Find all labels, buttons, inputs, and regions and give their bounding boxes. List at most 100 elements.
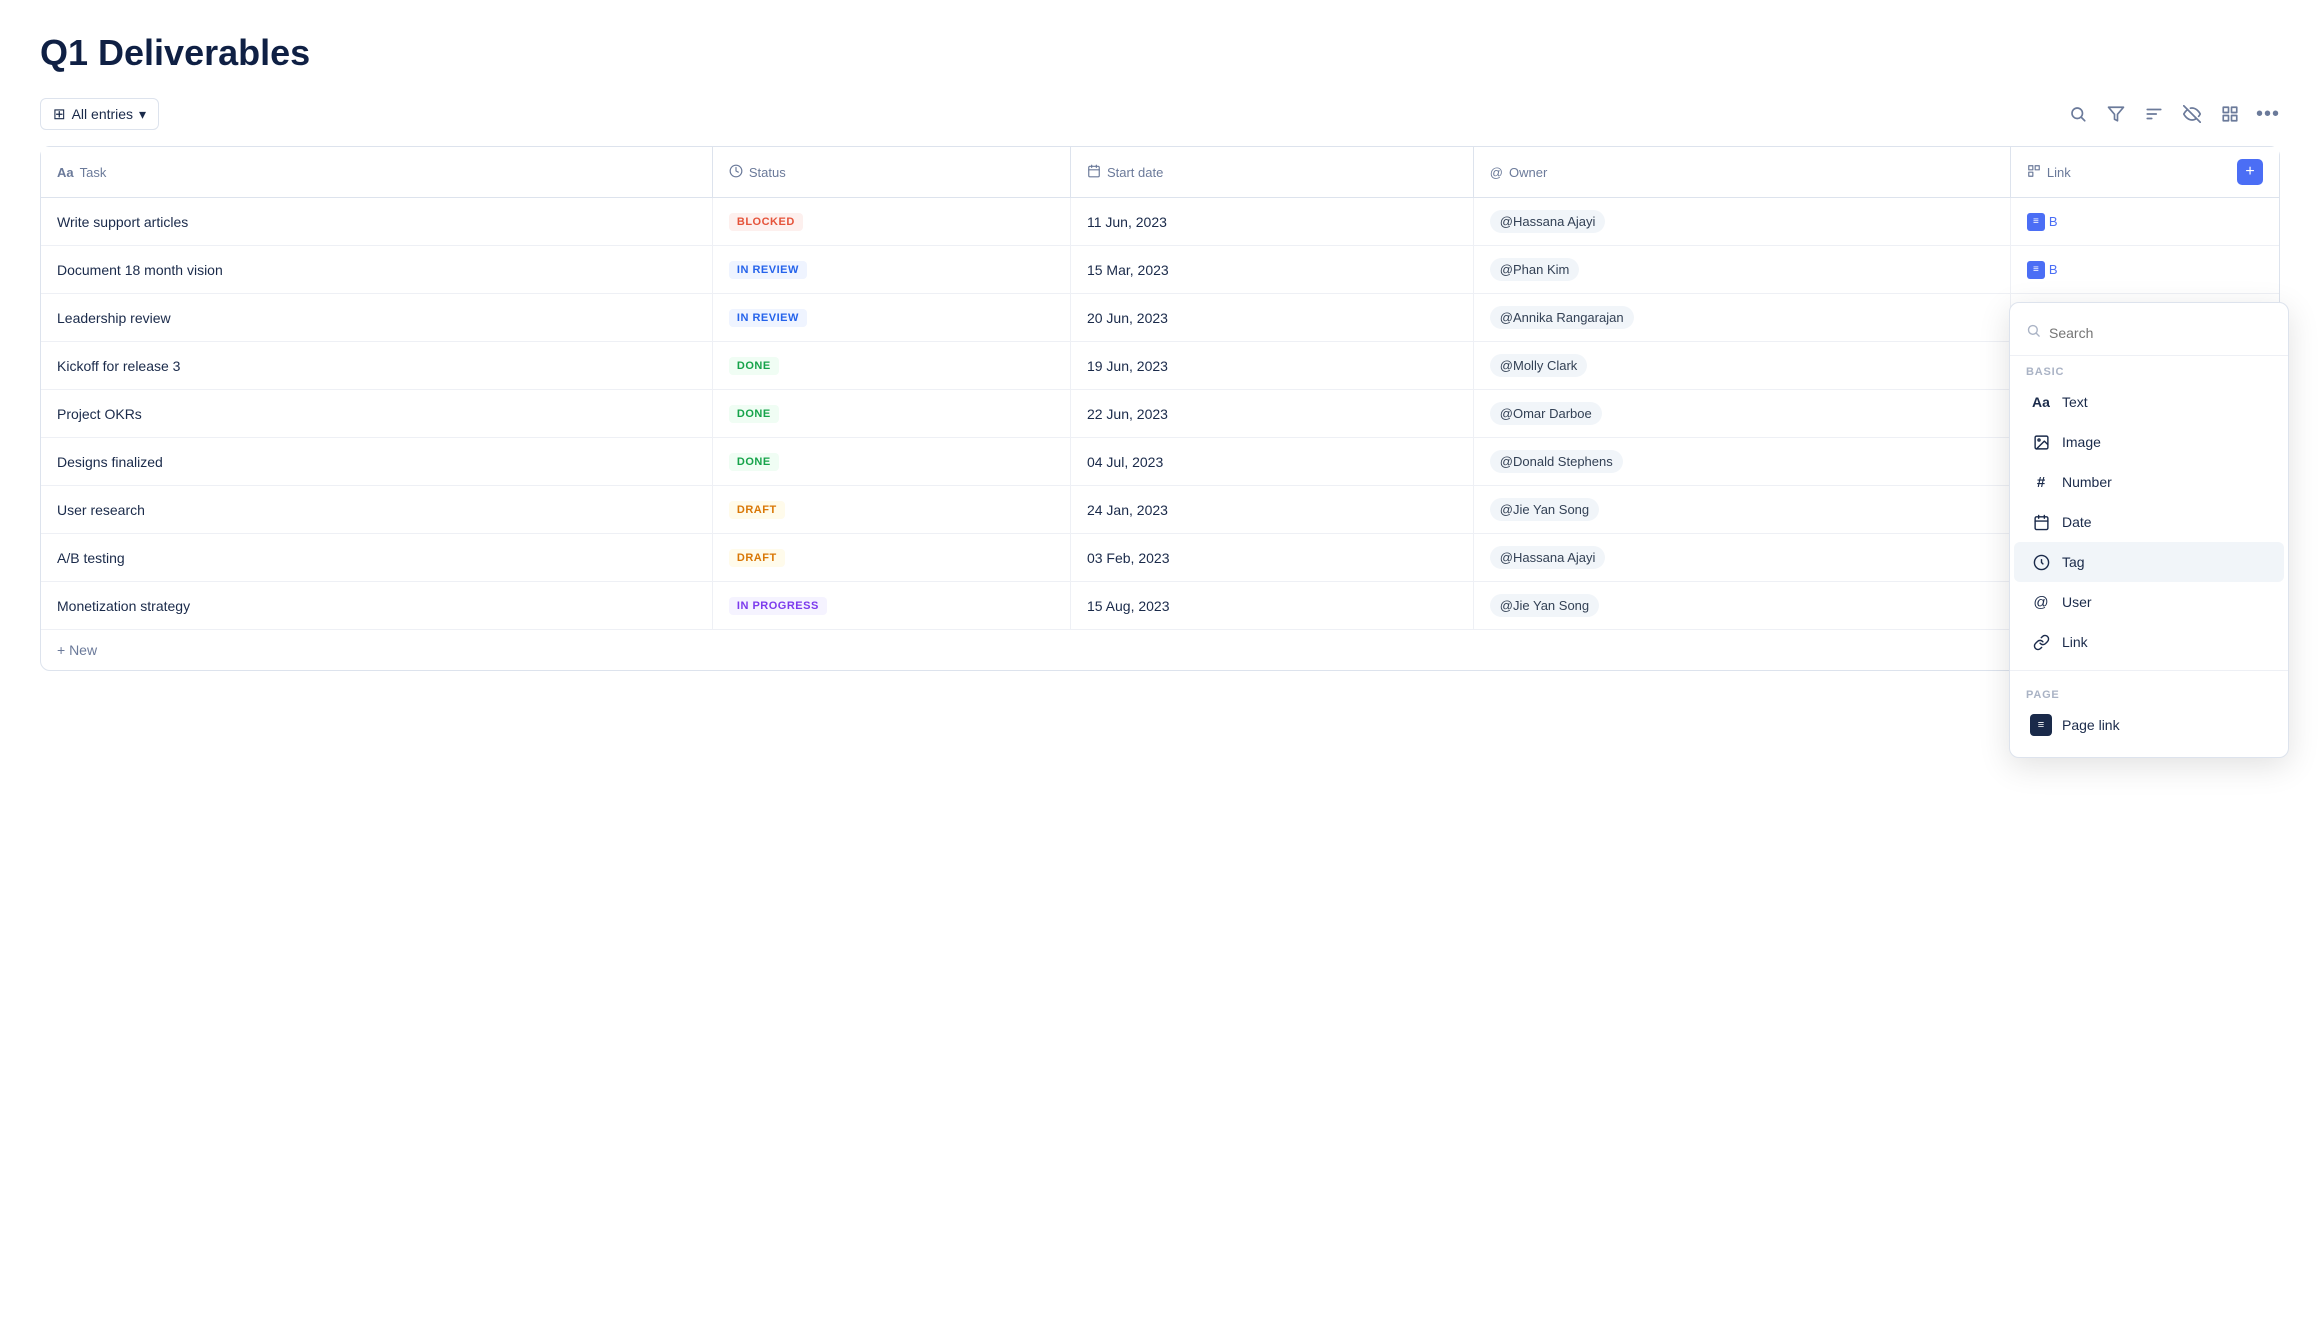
owner-cell: @Hassana Ajayi [1473,534,2010,582]
table-row: Write support articles BLOCKED 11 Jun, 2… [41,198,2279,246]
status-cell: DONE [712,390,1070,438]
owner-chip: @Jie Yan Song [1490,498,1599,521]
page-link-type-label: Page link [2062,717,2120,733]
type-image-item[interactable]: Image [2014,422,2284,462]
link-type-icon [2030,631,2052,653]
add-new-row[interactable]: + New [41,630,2279,671]
page-section-label: PAGE [2010,679,2288,705]
all-entries-label: All entries [72,106,133,122]
owner-cell: @Jie Yan Song [1473,486,2010,534]
status-badge: DRAFT [729,501,785,519]
link-cell: ≡ B [2010,198,2279,246]
task-cell: Designs finalized [41,438,712,486]
status-cell: DRAFT [712,534,1070,582]
add-column-button[interactable]: + [2237,159,2263,185]
date-type-icon [2030,511,2052,533]
dropdown-divider [2010,670,2288,671]
text-type-icon: Aa [2030,391,2052,413]
toolbar-right: ••• [2066,102,2280,126]
col-status: Status [712,147,1070,198]
all-entries-button[interactable]: ⊞ All entries ▾ [40,98,159,130]
status-cell: BLOCKED [712,198,1070,246]
more-options-icon[interactable]: ••• [2256,102,2280,126]
owner-chip: @Jie Yan Song [1490,594,1599,617]
table-row: Document 18 month vision IN REVIEW 15 Ma… [41,246,2279,294]
dropdown-search-icon [2026,323,2041,343]
chevron-down-icon: ▾ [139,106,146,123]
number-type-icon: # [2030,471,2052,493]
type-number-item[interactable]: # Number [2014,462,2284,502]
link-cell: ≡ B [2010,246,2279,294]
table-body: Write support articles BLOCKED 11 Jun, 2… [41,198,2279,671]
owner-chip: @Phan Kim [1490,258,1580,281]
status-badge: IN REVIEW [729,261,807,279]
user-type-label: User [2062,594,2092,610]
tag-type-label: Tag [2062,554,2085,570]
owner-chip: @Hassana Ajayi [1490,210,1606,233]
task-col-label: Task [80,165,107,180]
type-date-item[interactable]: Date [2014,502,2284,542]
dropdown-search-input[interactable] [2049,325,2272,341]
task-cell: Leadership review [41,294,712,342]
col-task: Aa Task [41,147,712,198]
new-row-label[interactable]: + New [41,630,2279,671]
owner-chip: @Donald Stephens [1490,450,1623,473]
date-cell: 03 Feb, 2023 [1070,534,1473,582]
sort-icon[interactable] [2142,102,2166,126]
status-cell: IN PROGRESS [712,582,1070,630]
start-date-col-label: Start date [1107,165,1163,180]
type-text-item[interactable]: Aa Text [2014,382,2284,422]
owner-chip: @Annika Rangarajan [1490,306,1634,329]
date-cell: 19 Jun, 2023 [1070,342,1473,390]
owner-chip: @Molly Clark [1490,354,1587,377]
page-link-type-icon: ≡ [2030,714,2052,736]
type-link-item[interactable]: Link [2014,622,2284,662]
type-tag-item[interactable]: Tag [2014,542,2284,582]
date-cell: 22 Jun, 2023 [1070,390,1473,438]
owner-cell: @Molly Clark [1473,342,2010,390]
owner-col-label: Owner [1509,165,1547,180]
owner-cell: @Hassana Ajayi [1473,198,2010,246]
image-type-label: Image [2062,434,2101,450]
table-row: Leadership review IN REVIEW 20 Jun, 2023… [41,294,2279,342]
status-cell: IN REVIEW [712,294,1070,342]
user-type-icon: @ [2030,591,2052,613]
dropdown-search-area [2010,315,2288,356]
grid-view-icon[interactable] [2218,102,2242,126]
type-page-link-item[interactable]: ≡ Page link [2014,705,2284,745]
hide-icon[interactable] [2180,102,2204,126]
table-row: Project OKRs DONE 22 Jun, 2023 @Omar Dar… [41,390,2279,438]
status-col-icon [729,164,743,181]
type-user-item[interactable]: @ User [2014,582,2284,622]
page-title: Q1 Deliverables [40,32,2280,74]
link-text: B [2049,214,2058,229]
status-badge: DONE [729,357,779,375]
table-row: Designs finalized DONE 04 Jul, 2023 @Don… [41,438,2279,486]
search-icon[interactable] [2066,102,2090,126]
status-badge: IN PROGRESS [729,597,827,615]
toolbar-left: ⊞ All entries ▾ [40,98,159,130]
col-owner: @ Owner [1473,147,2010,198]
status-badge: DRAFT [729,549,785,567]
filter-icon[interactable] [2104,102,2128,126]
link-page-icon: ≡ [2027,261,2045,279]
owner-cell: @Jie Yan Song [1473,582,2010,630]
owner-chip: @Omar Darboe [1490,402,1602,425]
task-cell: Write support articles [41,198,712,246]
date-cell: 04 Jul, 2023 [1070,438,1473,486]
date-col-icon [1087,164,1101,181]
table-row: A/B testing DRAFT 03 Feb, 2023 @Hassana … [41,534,2279,582]
col-link: Link + [2010,147,2279,198]
status-cell: DRAFT [712,486,1070,534]
status-col-label: Status [749,165,786,180]
main-table-container: Aa Task Status [40,146,2280,671]
text-type-label: Text [2062,394,2088,410]
status-cell: IN REVIEW [712,246,1070,294]
date-cell: 15 Aug, 2023 [1070,582,1473,630]
basic-section-label: BASIC [2010,356,2288,382]
number-type-label: Number [2062,474,2112,490]
status-badge: DONE [729,405,779,423]
owner-cell: @Omar Darboe [1473,390,2010,438]
status-cell: DONE [712,342,1070,390]
table-row: Kickoff for release 3 DONE 19 Jun, 2023 … [41,342,2279,390]
